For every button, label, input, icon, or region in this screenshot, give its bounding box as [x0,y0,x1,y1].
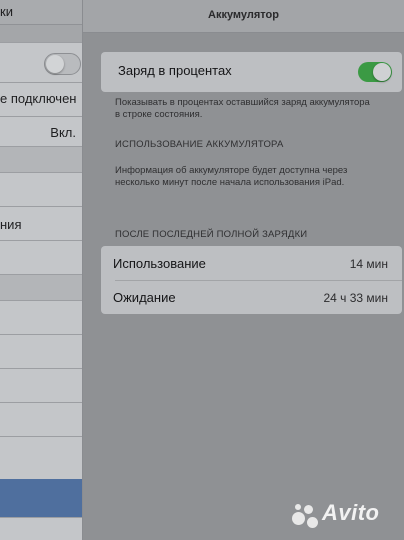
master-group-gap [0,146,82,173]
master-cell-connection[interactable]: е подключен [0,82,82,117]
page-title: Аккумулятор [208,9,279,21]
usage-value: 14 мин [349,257,388,271]
value-on-label: Вкл. [50,125,76,140]
avito-watermark: Avito [292,498,392,532]
usage-label: Использование [113,256,206,271]
master-cell-5[interactable] [0,334,82,369]
battery-percentage-toggle[interactable] [358,62,392,82]
master-cell-4[interactable] [0,300,82,335]
since-full-charge-group: Использование 14 мин Ожидание 24 ч 33 ми… [101,246,402,314]
master-cell-3[interactable] [0,240,82,275]
master-cell-selected-battery[interactable] [0,479,82,517]
battery-detail-pane: Аккумулятор Заряд в процентах Показывать… [83,0,404,540]
toggle-knob [373,63,391,81]
master-cell-2[interactable]: ния [0,206,82,241]
master-cell-1[interactable] [0,172,82,207]
not-connected-label: е подключен [0,91,77,106]
master-toggle-switch[interactable] [44,53,81,75]
since-full-charge-header: ПОСЛЕ ПОСЛЕДНЕЙ ПОЛНОЙ ЗАРЯДКИ [115,229,308,240]
standby-row: Ожидание 24 ч 33 мин [101,281,402,314]
battery-percentage-footer: Показывать в процентах оставшийся заряд … [115,97,370,120]
detail-nav-bar: Аккумулятор [83,0,404,33]
battery-percentage-row[interactable]: Заряд в процентах [101,52,402,92]
battery-usage-header: ИСПОЛЬЗОВАНИЕ АККУМУЛЯТОРА [115,139,284,150]
settings-master-list: ки е подключен Вкл. ния [0,0,83,540]
battery-usage-info: Информация об аккумуляторе будет доступн… [115,165,348,188]
master-group-gap-2 [0,274,82,301]
battery-percentage-label: Заряд в процентах [118,63,232,78]
master-title-fragment: ки [0,4,13,19]
avito-logo-icon [292,504,320,528]
watermark-text: Avito [322,500,380,525]
toggle-knob [46,55,64,73]
item-fragment-label: ния [0,217,22,232]
master-cell-9[interactable] [0,517,82,540]
master-cell-7[interactable] [0,402,82,437]
master-cell-value[interactable]: Вкл. [0,116,82,147]
standby-label: Ожидание [113,290,176,305]
master-cell-8[interactable] [0,436,82,480]
master-nav-bar: ки [0,0,82,25]
standby-value: 24 ч 33 мин [323,291,388,305]
usage-row: Использование 14 мин [101,246,402,280]
master-cell-6[interactable] [0,368,82,403]
